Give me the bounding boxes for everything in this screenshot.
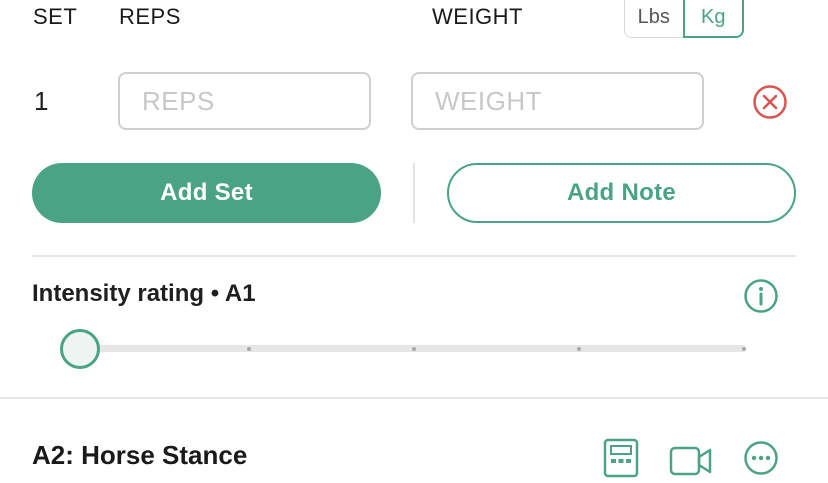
reps-input[interactable]	[118, 72, 371, 130]
set-number: 1	[34, 86, 49, 116]
unit-lbs-button[interactable]: Lbs	[624, 0, 683, 38]
weight-input[interactable]	[411, 72, 704, 130]
slider-tick	[247, 347, 251, 351]
intensity-slider-handle[interactable]	[60, 329, 100, 369]
more-options-icon[interactable]	[743, 440, 779, 476]
close-circle-icon[interactable]	[752, 84, 788, 120]
set-column-header: SET	[33, 4, 78, 29]
unit-kg-button[interactable]: Kg	[682, 0, 744, 38]
calculator-icon[interactable]	[603, 438, 639, 478]
exercise-divider	[0, 397, 828, 399]
weight-column-header: WEIGHT	[432, 4, 523, 29]
slider-tick	[742, 347, 746, 351]
reps-column-header: REPS	[119, 4, 181, 29]
add-set-button[interactable]: Add Set	[32, 163, 381, 223]
intensity-rating-label: Intensity rating • A1	[32, 280, 256, 307]
video-camera-icon[interactable]	[669, 442, 713, 478]
info-icon[interactable]	[743, 278, 779, 314]
exercise-title[interactable]: A2: Horse Stance	[32, 440, 247, 471]
section-divider	[32, 255, 796, 257]
unit-toggle: Lbs Kg	[624, 0, 744, 38]
add-note-button[interactable]: Add Note	[447, 163, 796, 223]
slider-tick	[412, 347, 416, 351]
button-divider	[413, 163, 415, 223]
slider-tick	[577, 347, 581, 351]
